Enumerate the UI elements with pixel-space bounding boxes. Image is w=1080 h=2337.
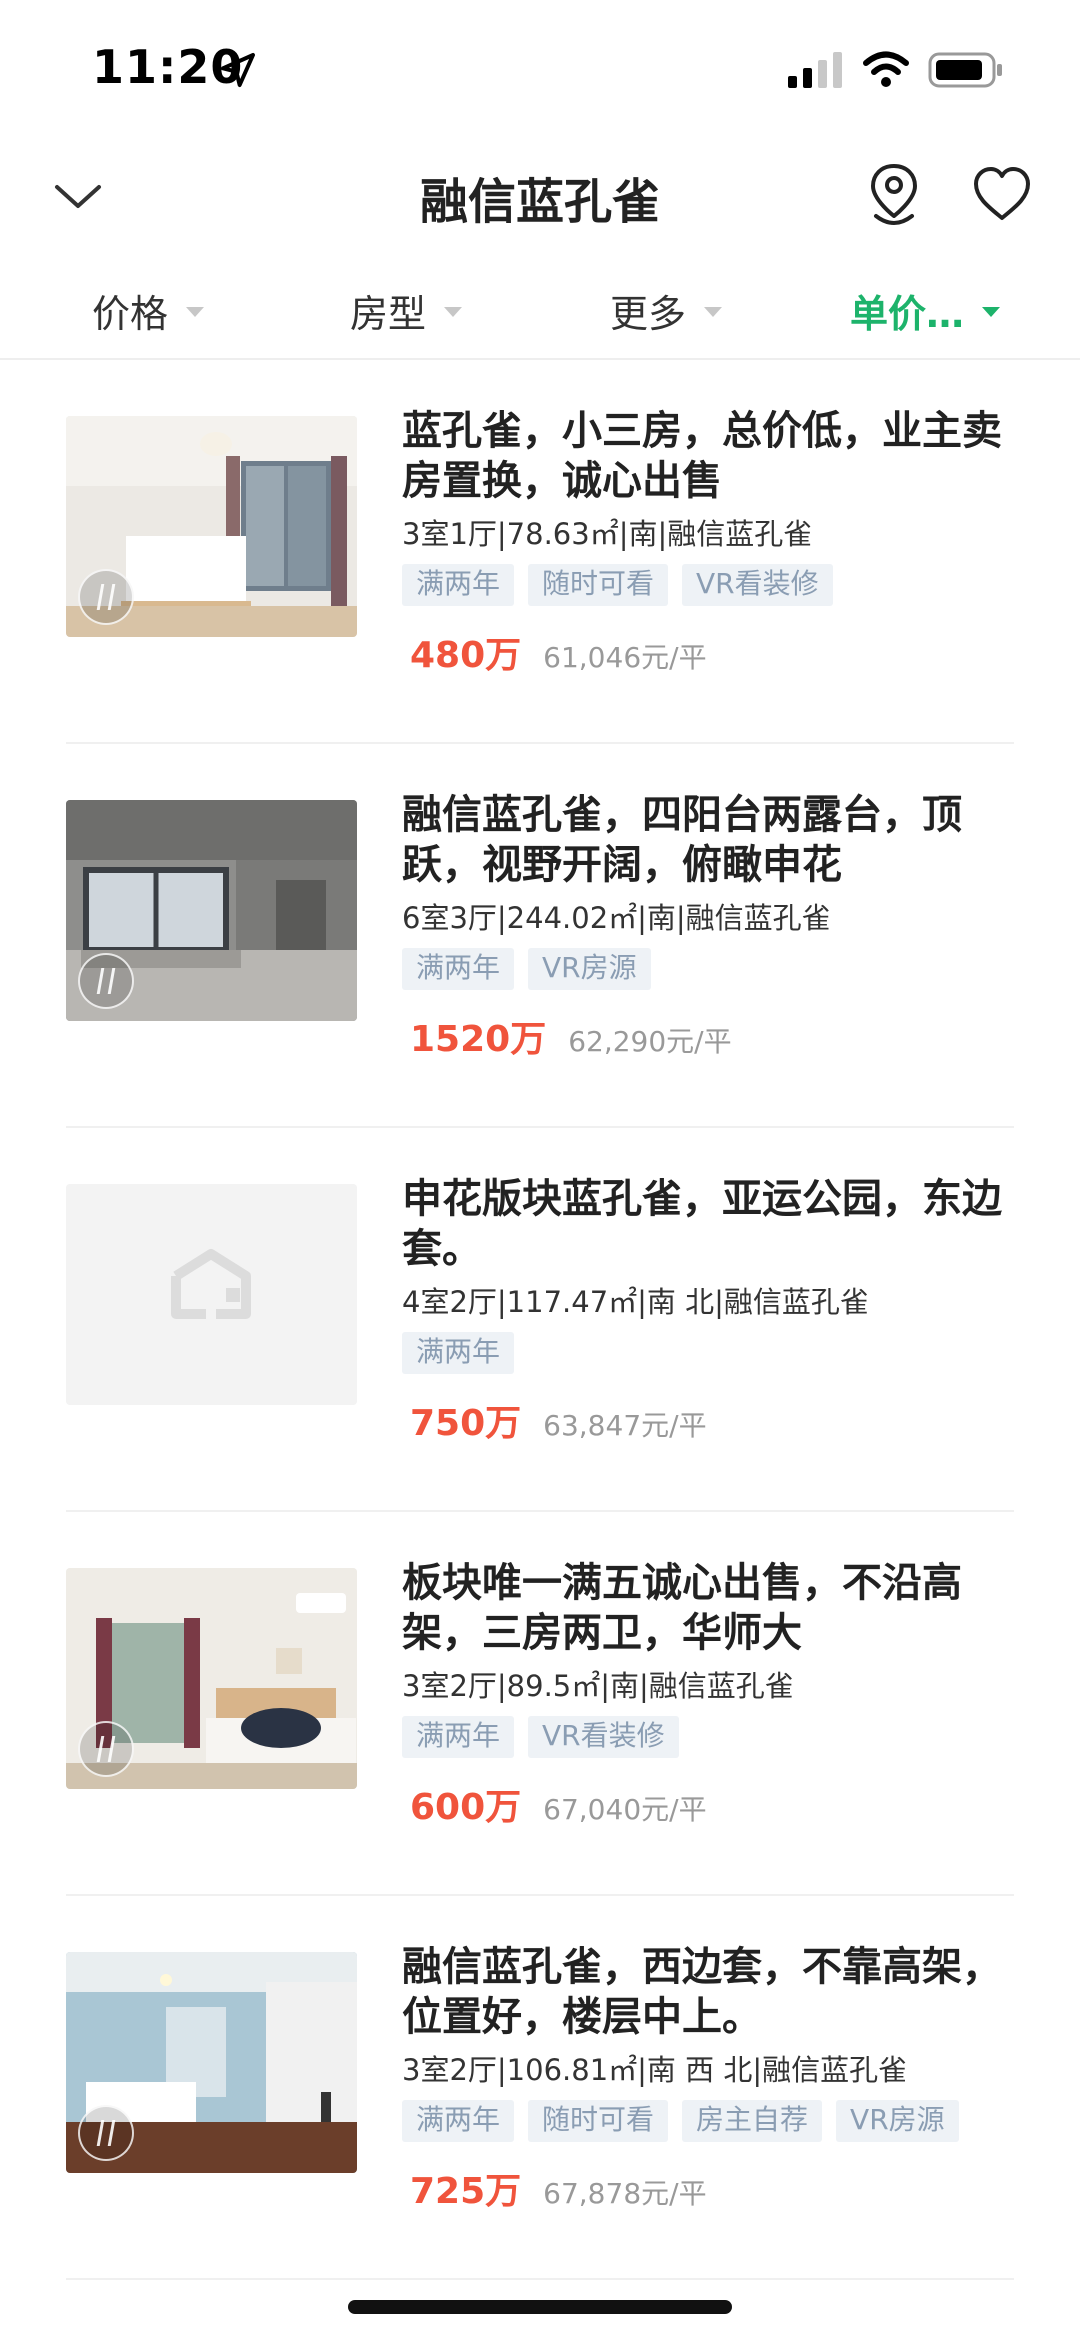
listing-unit-price: 67,878元/平 [543, 2177, 707, 2210]
listing-price: 750万 [410, 1403, 522, 1444]
tag: 随时可看 [528, 2100, 669, 2142]
tag: 房主自荐 [682, 2100, 823, 2142]
listing-title: 蓝孔雀，小三房，总价低，业主卖房置换，诚心出售 [402, 408, 1002, 504]
triangle-down-icon [186, 307, 205, 317]
listing-unit-price: 61,046元/平 [543, 641, 707, 674]
placeholder-house-icon [66, 1184, 357, 1405]
tag: VR房源 [836, 2100, 959, 2142]
vr-play-icon [78, 1721, 134, 1777]
listing-item[interactable]: 申花版块蓝孔雀，亚运公园，东边套。 4室2厅|117.47㎡|南 北|融信蓝孔雀… [66, 1128, 1014, 1512]
listing-photo[interactable] [66, 416, 357, 637]
vr-play-icon [78, 2105, 134, 2161]
listing-tags: 满两年 随时可看 房主自荐 VR房源 [402, 2100, 1012, 2142]
listing-photo[interactable] [66, 800, 357, 1021]
listing-title: 申花版块蓝孔雀，亚运公园，东边套。 [402, 1176, 1002, 1272]
filter-room-type[interactable]: 房型 [350, 280, 463, 340]
tag: 随时可看 [528, 564, 669, 606]
triangle-down-icon [444, 307, 463, 317]
tag: VR看装修 [528, 1716, 679, 1758]
heart-icon [974, 167, 1030, 220]
tag: VR看装修 [682, 564, 833, 606]
filter-more-label: 更多 [610, 291, 687, 336]
filter-more[interactable]: 更多 [610, 280, 723, 340]
listing-price: 600万 [410, 1787, 522, 1828]
listing-item[interactable]: 融信蓝孔雀，西边套，不靠高架，位置好，楼层中上。 3室2厅|106.81㎡|南 … [66, 1896, 1014, 2280]
listing-meta: 3室2厅|106.81㎡|南 西 北|融信蓝孔雀 [402, 2053, 908, 2087]
listing-list: 蓝孔雀，小三房，总价低，业主卖房置换，诚心出售 3室1厅|78.63㎡|南|融信… [0, 360, 1080, 2280]
map-location-button[interactable] [862, 160, 926, 230]
filter-bar: 价格 房型 更多 单价… [0, 270, 1080, 360]
listing-photo[interactable] [66, 1184, 357, 1405]
listing-title: 板块唯一满五诚心出售，不沿高架，三房两卫，华师大 [402, 1560, 962, 1656]
battery-icon [928, 52, 1002, 88]
listing-unit-price: 67,040元/平 [543, 1793, 707, 1826]
triangle-down-icon [982, 307, 1001, 317]
home-indicator[interactable] [348, 2300, 732, 2314]
listing-price: 1520万 [410, 1019, 547, 1060]
favorite-button[interactable] [970, 162, 1034, 226]
tag: 满两年 [402, 1716, 515, 1758]
listing-unit-price: 62,290元/平 [568, 1025, 732, 1058]
listing-meta: 4室2厅|117.47㎡|南 北|融信蓝孔雀 [402, 1285, 869, 1319]
listing-title: 融信蓝孔雀，西边套，不靠高架，位置好，楼层中上。 [402, 1944, 1002, 2040]
listing-item[interactable]: 融信蓝孔雀，四阳台两露台，顶跃，视野开阔，俯瞰申花 6室3厅|244.02㎡|南… [66, 744, 1014, 1128]
listing-tags: 满两年 [402, 1332, 1012, 1374]
listing-meta: 3室1厅|78.63㎡|南|融信蓝孔雀 [402, 517, 813, 551]
status-bar: 11:20 [0, 0, 1080, 130]
tag: VR房源 [528, 948, 651, 990]
triangle-down-icon [704, 307, 723, 317]
nav-bar: 融信蓝孔雀 [0, 140, 1080, 250]
filter-unit-price-label: 单价… [850, 291, 965, 336]
listing-tags: 满两年 VR房源 [402, 948, 1012, 990]
listing-meta: 6室3厅|244.02㎡|南|融信蓝孔雀 [402, 901, 831, 935]
listing-item[interactable]: 板块唯一满五诚心出售，不沿高架，三房两卫，华师大 3室2厅|89.5㎡|南|融信… [66, 1512, 1014, 1896]
vr-play-icon [78, 953, 134, 1009]
tag: 满两年 [402, 564, 515, 606]
listing-price: 725万 [410, 2171, 522, 2212]
tag: 满两年 [402, 948, 515, 990]
listing-unit-price: 63,847元/平 [543, 1409, 707, 1442]
wifi-icon [863, 51, 909, 87]
map-pin-icon [871, 164, 917, 225]
listing-title: 融信蓝孔雀，四阳台两露台，顶跃，视野开阔，俯瞰申花 [402, 792, 962, 888]
listing-photo[interactable] [66, 1952, 357, 2173]
listing-tags: 满两年 VR看装修 [402, 1716, 1012, 1758]
listing-price: 480万 [410, 635, 522, 676]
filter-price[interactable]: 价格 [92, 280, 205, 340]
filter-unit-price[interactable]: 单价… [850, 280, 1001, 340]
filter-room-type-label: 房型 [350, 291, 427, 336]
listing-item[interactable]: 蓝孔雀，小三房，总价低，业主卖房置换，诚心出售 3室1厅|78.63㎡|南|融信… [66, 360, 1014, 744]
cellular-signal-icon [788, 52, 842, 88]
tag: 满两年 [402, 1332, 515, 1374]
filter-price-label: 价格 [92, 291, 169, 336]
listing-tags: 满两年 随时可看 VR看装修 [402, 564, 1012, 606]
location-arrow-icon [221, 53, 255, 87]
vr-play-icon [78, 569, 134, 625]
listing-photo[interactable] [66, 1568, 357, 1789]
listing-meta: 3室2厅|89.5㎡|南|融信蓝孔雀 [402, 1669, 794, 1703]
tag: 满两年 [402, 2100, 515, 2142]
